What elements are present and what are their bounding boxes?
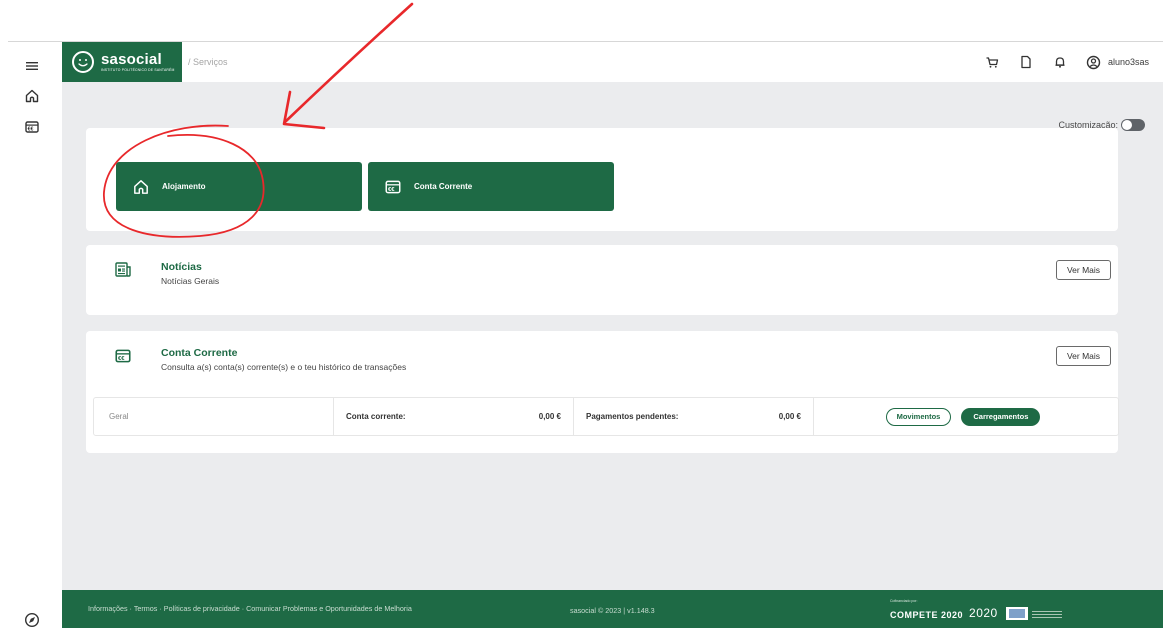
balance-cell: Conta corrente: 0,00 €	[334, 398, 574, 435]
compete-logo: COMPETE 2020	[890, 610, 964, 620]
compass-icon[interactable]	[24, 612, 40, 628]
left-sidebar: €€	[0, 42, 60, 628]
wallet-icon: €€	[115, 349, 131, 363]
services-card: Alojamento €€ Conta Corrente	[86, 128, 1118, 231]
document-icon[interactable]	[1016, 52, 1036, 72]
logo-name: sasocial	[101, 50, 162, 68]
footer: Informações · Termos · Políticas de priv…	[62, 590, 1163, 628]
customization-toggle[interactable]	[1121, 119, 1145, 131]
bell-icon[interactable]	[1050, 52, 1070, 72]
header-actions: aluno3sas	[968, 52, 1149, 72]
pending-label: Pagamentos pendentes:	[586, 412, 679, 421]
service-label: Alojamento	[162, 182, 206, 191]
funding-logos: Cofinanciado por: COMPETE 2020 2020	[890, 599, 1062, 620]
svg-text:€€: €€	[388, 187, 395, 193]
account-name: Geral	[94, 398, 334, 435]
svg-text:€€: €€	[28, 127, 34, 133]
footer-link-comunicar-problemas[interactable]: Comunicar Problemas e Oportunidades de M…	[246, 604, 412, 613]
service-conta-corrente-button[interactable]: €€ Conta Corrente	[368, 162, 614, 211]
menu-icon[interactable]	[22, 56, 42, 76]
pending-cell: Pagamentos pendentes: 0,00 €	[574, 398, 814, 435]
logo-text: sasocial INSTITUTO POLITÉCNICO DE SANTAR…	[101, 52, 175, 72]
toggle-knob	[1122, 120, 1132, 130]
funding-label: Cofinanciado por:	[890, 599, 918, 603]
service-label: Conta Corrente	[414, 182, 473, 191]
account-title: Conta Corrente	[161, 347, 238, 359]
account-card: €€ Conta Corrente Consulta a(s) conta(s)…	[86, 331, 1119, 453]
eu-text-logo	[1031, 611, 1062, 620]
news-ver-mais-button[interactable]: Ver Mais	[1056, 260, 1111, 280]
account-actions: Movimentos Carregamentos	[814, 398, 1118, 435]
home-icon[interactable]	[22, 86, 42, 106]
balance-label: Conta corrente:	[346, 412, 406, 421]
footer-link-privacidade[interactable]: Políticas de privacidade	[164, 604, 240, 613]
eu-flag-icon	[1005, 607, 1028, 620]
account-ver-mais-button[interactable]: Ver Mais	[1056, 346, 1111, 366]
news-card: Notícias Notícias Gerais Ver Mais	[86, 245, 1118, 315]
main-content: Customização: Alojamento €€ Conta Corren…	[62, 82, 1163, 590]
footer-link-informacoes[interactable]: Informações	[88, 604, 128, 613]
wallet-icon[interactable]: €€	[22, 117, 42, 137]
news-title: Notícias	[161, 261, 202, 273]
pending-value: 0,00 €	[778, 412, 801, 421]
svg-text:€€: €€	[118, 356, 125, 362]
account-subtitle: Consulta a(s) conta(s) corrente(s) e o t…	[161, 362, 407, 372]
cart-icon[interactable]	[982, 52, 1002, 72]
home-icon	[134, 179, 148, 194]
breadcrumb[interactable]: / Serviços	[188, 57, 228, 67]
footer-links: Informações · Termos · Políticas de priv…	[88, 604, 448, 613]
service-alojamento-button[interactable]: Alojamento	[116, 162, 362, 211]
footer-link-termos[interactable]: Termos	[134, 604, 158, 613]
account-row: Geral Conta corrente: 0,00 € Pagamentos …	[93, 397, 1119, 436]
news-subtitle: Notícias Gerais	[161, 276, 220, 286]
footer-copyright: sasocial © 2023 | v1.148.3	[570, 606, 655, 615]
movimentos-button[interactable]: Movimentos	[885, 407, 952, 426]
newspaper-icon	[115, 262, 131, 277]
wallet-icon: €€	[385, 180, 401, 193]
balance-value: 0,00 €	[538, 412, 561, 421]
carregamentos-button[interactable]: Carregamentos	[961, 407, 1041, 426]
sasocial-logo[interactable]: sasocial INSTITUTO POLITÉCNICO DE SANTAR…	[62, 42, 182, 82]
user-circle-icon[interactable]	[1084, 52, 1104, 72]
logo-subtitle: INSTITUTO POLITÉCNICO DE SANTARÉM	[101, 67, 175, 72]
username[interactable]: aluno3sas	[1108, 57, 1149, 67]
smiley-logo-icon	[72, 51, 94, 73]
portugal-2020-logo: 2020	[969, 606, 998, 620]
